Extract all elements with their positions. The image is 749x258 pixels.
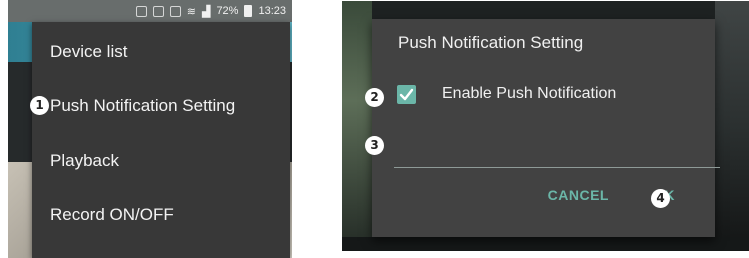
notification-text-field[interactable] [394, 141, 720, 168]
phone-screenshot-dialog: Push Notification Setting Enable Push No… [342, 1, 749, 251]
mute-icon [152, 5, 164, 17]
phone-screenshot-menu: ≋ ▟ 72% 13:23 Device list Push Notificat… [8, 0, 292, 258]
cancel-button[interactable]: CANCEL [548, 187, 609, 203]
menu-item-record-on-off[interactable]: Record ON/OFF [50, 200, 174, 230]
overflow-menu: Device list Push Notification Setting Pl… [32, 22, 290, 258]
step-marker-4: 4 [651, 189, 670, 208]
dialog-title: Push Notification Setting [398, 33, 584, 52]
signal-icon: ▟ [201, 5, 211, 18]
nfc-icon [135, 5, 147, 17]
dialog-backdrop-left [342, 1, 372, 251]
step-marker-2: 2 [365, 88, 384, 107]
checkmark-icon [399, 88, 414, 101]
dialog-backdrop-right [715, 1, 749, 251]
battery-icon [244, 5, 253, 17]
enable-push-checkbox[interactable] [397, 85, 416, 104]
clock: 13:23 [258, 5, 286, 17]
menu-item-device-list[interactable]: Device list [50, 37, 127, 67]
menu-item-playback[interactable]: Playback [50, 146, 119, 176]
battery-percentage: 72% [216, 5, 239, 17]
step-marker-1: 1 [30, 96, 49, 115]
dialog-backdrop-bottom [342, 237, 749, 251]
alarm-icon [169, 5, 181, 17]
step-marker-3: 3 [365, 136, 384, 155]
enable-push-label: Enable Push Notification [442, 85, 617, 102]
wifi-icon: ≋ [186, 5, 196, 18]
status-bar: ≋ ▟ 72% 13:23 [135, 2, 286, 20]
menu-item-push-notification-setting[interactable]: Push Notification Setting [50, 91, 235, 121]
